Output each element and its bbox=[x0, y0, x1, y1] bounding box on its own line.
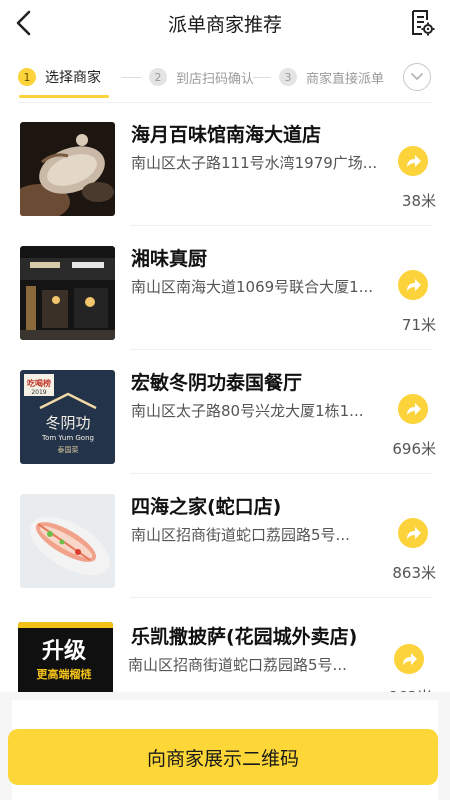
step-connector bbox=[253, 77, 271, 78]
merchant-name: 四海之家(蛇口店) bbox=[131, 496, 282, 518]
merchant-address: 南山区太子路111号水湾1979广场... bbox=[131, 154, 378, 172]
divider bbox=[130, 597, 432, 598]
merchant-name: 宏敏冬阴功泰国餐厅 bbox=[131, 372, 303, 394]
thumb-main-text: 升级 bbox=[42, 638, 86, 664]
navigate-button[interactable] bbox=[398, 394, 428, 424]
forward-arrow-icon bbox=[407, 155, 421, 167]
merchant-address: 南山区南海大道1069号联合大厦1... bbox=[131, 278, 374, 296]
merchant-distance: 38米 bbox=[401, 192, 436, 210]
merchant-list: 海月百味馆南海大道店 南山区太子路111号水湾1979广场... 38米 湘味真… bbox=[0, 102, 450, 700]
merchant-item[interactable]: 四海之家(蛇口店) 南山区招商街道蛇口荔园路5号... 863米 bbox=[0, 474, 450, 598]
merchant-distance: 696米 bbox=[392, 440, 436, 458]
step-number: 3 bbox=[279, 68, 297, 86]
merchant-address: 南山区招商街道蛇口荔园路5号... bbox=[131, 526, 350, 544]
forward-arrow-icon bbox=[407, 527, 421, 539]
merchant-thumbnail bbox=[20, 494, 115, 588]
step-number: 1 bbox=[18, 68, 36, 86]
forward-arrow-icon bbox=[407, 279, 421, 291]
thumb-sub-text: 泰国菜 bbox=[58, 445, 79, 454]
step-connector bbox=[121, 77, 141, 78]
merchant-name: 湘味真厨 bbox=[131, 248, 208, 270]
progress-steps: 1 选择商家 2 到店扫码确认 3 商家直接派单 bbox=[0, 58, 450, 98]
navigate-button[interactable] bbox=[398, 146, 428, 176]
step-label: 商家直接派单 bbox=[306, 71, 385, 87]
merchant-distance: 71米 bbox=[401, 316, 436, 334]
report-button[interactable] bbox=[406, 6, 438, 40]
expand-button[interactable] bbox=[403, 63, 431, 91]
thumb-sub-text: 更高端榴梿 bbox=[37, 667, 92, 681]
merchant-thumbnail: 吃喝榜 2019 冬阴功 Tom Yum Gong 泰国菜 bbox=[20, 370, 115, 464]
thumb-en-text: Tom Yum Gong bbox=[41, 434, 94, 442]
step-number: 2 bbox=[149, 68, 167, 86]
step-label: 到店扫码确认 bbox=[176, 71, 255, 87]
merchant-item[interactable]: 湘味真厨 南山区南海大道1069号联合大厦1... 71米 bbox=[0, 226, 450, 350]
forward-arrow-icon bbox=[403, 653, 417, 665]
merchant-address: 南山区招商街道蛇口荔园路5号... bbox=[128, 656, 347, 674]
page-title: 派单商家推荐 bbox=[167, 14, 282, 36]
step-dispatch: 3 商家直接派单 bbox=[279, 67, 384, 87]
header-bar: 派单商家推荐 bbox=[0, 0, 450, 46]
thumb-main-text: 冬阴功 bbox=[45, 414, 90, 432]
merchant-address: 南山区太子路80号兴龙大厦1栋1... bbox=[131, 402, 364, 420]
merchant-name: 海月百味馆南海大道店 bbox=[131, 124, 322, 146]
merchant-item[interactable]: 吃喝榜 2019 冬阴功 Tom Yum Gong 泰国菜 宏敏冬阴功泰国餐厅 … bbox=[0, 350, 450, 474]
merchant-thumbnail: 升级 更高端榴梿 bbox=[18, 622, 113, 700]
merchant-item[interactable]: 升级 更高端榴梿 乐凯撒披萨(花园城外卖店) 南山区招商街道蛇口荔园路5号...… bbox=[0, 600, 450, 700]
merchant-thumbnail bbox=[20, 122, 115, 216]
merchant-distance: 863米 bbox=[392, 564, 436, 582]
thumb-badge-text: 吃喝榜 bbox=[27, 378, 51, 388]
navigate-button[interactable] bbox=[398, 270, 428, 300]
show-qr-code-button[interactable]: 向商家展示二维码 bbox=[8, 729, 438, 785]
step-label: 选择商家 bbox=[45, 70, 101, 86]
step-select-merchant: 1 选择商家 bbox=[18, 67, 101, 87]
navigate-button[interactable] bbox=[394, 644, 424, 674]
merchant-thumbnail bbox=[20, 246, 115, 340]
document-settings-icon bbox=[412, 10, 435, 36]
merchant-item[interactable]: 海月百味馆南海大道店 南山区太子路111号水湾1979广场... 38米 bbox=[0, 102, 450, 226]
forward-arrow-icon bbox=[407, 403, 421, 415]
chevron-down-icon bbox=[411, 73, 423, 80]
thumb-year-text: 2019 bbox=[31, 389, 46, 396]
merchant-name: 乐凯撒披萨(花园城外卖店) bbox=[131, 626, 358, 648]
step-scan-confirm: 2 到店扫码确认 bbox=[149, 67, 254, 87]
navigate-button[interactable] bbox=[398, 518, 428, 548]
active-step-indicator bbox=[19, 95, 109, 98]
